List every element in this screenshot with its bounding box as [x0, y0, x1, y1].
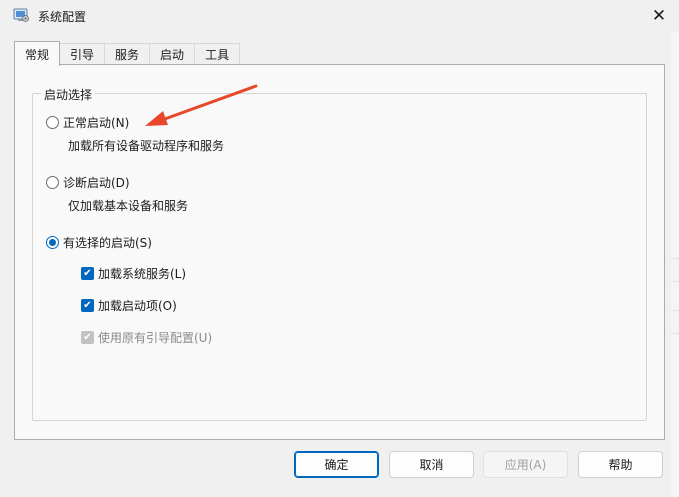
background-window-edge	[671, 32, 679, 497]
diagnostic-startup-description: 仅加载基本设备和服务	[68, 199, 189, 213]
radio-selected-icon	[46, 236, 59, 249]
tab-general[interactable]: 常规	[14, 41, 61, 66]
background-fragment	[671, 258, 679, 282]
tab-services[interactable]: 服务	[104, 43, 151, 65]
tab-boot[interactable]: 引导	[59, 43, 106, 65]
selective-startup-label: 有选择的启动(S)	[63, 236, 152, 250]
system-config-window: 系统配置 ✕ 常规 引导 服务 启动 工具 启动选择 正常启动(N) 加载所有设…	[0, 0, 679, 497]
checkmark-icon: ✔	[81, 267, 94, 280]
cancel-button[interactable]: 取消	[389, 451, 474, 478]
apply-button: 应用(A)	[483, 451, 568, 478]
normal-startup-description: 加载所有设备驱动程序和服务	[68, 139, 225, 153]
tab-startup[interactable]: 启动	[149, 43, 196, 65]
general-tab-page: 启动选择 正常启动(N) 加载所有设备驱动程序和服务 诊断启动(D) 仅加载基本…	[14, 64, 665, 440]
group-title: 启动选择	[41, 86, 96, 103]
selective-startup-radio[interactable]: 有选择的启动(S)	[46, 234, 152, 251]
startup-selection-group: 启动选择 正常启动(N) 加载所有设备驱动程序和服务 诊断启动(D) 仅加载基本…	[32, 86, 647, 421]
help-button[interactable]: 帮助	[578, 451, 663, 478]
use-original-boot-config-checkbox: ✔ 使用原有引导配置(U)	[81, 329, 212, 346]
diagnostic-startup-label: 诊断启动(D)	[63, 176, 130, 190]
close-button[interactable]: ✕	[639, 0, 679, 32]
normal-startup-radio[interactable]: 正常启动(N)	[46, 114, 129, 131]
tab-strip: 常规 引导 服务 启动 工具	[14, 41, 241, 66]
tab-tools[interactable]: 工具	[194, 43, 241, 65]
radio-unselected-icon	[46, 116, 59, 129]
checkmark-icon: ✔	[81, 331, 94, 344]
close-icon: ✕	[651, 5, 667, 26]
title-bar: 系统配置 ✕	[0, 0, 679, 32]
diagnostic-startup-radio[interactable]: 诊断启动(D)	[46, 174, 130, 191]
load-startup-items-checkbox[interactable]: ✔ 加载启动项(O)	[81, 297, 177, 314]
load-system-services-label: 加载系统服务(L)	[98, 267, 187, 281]
system-config-app-icon	[13, 8, 29, 22]
load-system-services-checkbox[interactable]: ✔ 加载系统服务(L)	[81, 265, 186, 282]
ok-button[interactable]: 确定	[294, 451, 379, 478]
radio-unselected-icon	[46, 176, 59, 189]
load-startup-items-label: 加载启动项(O)	[98, 299, 177, 313]
checkmark-icon: ✔	[81, 299, 94, 312]
normal-startup-label: 正常启动(N)	[63, 116, 130, 130]
background-fragment	[671, 310, 679, 334]
use-original-boot-config-label: 使用原有引导配置(U)	[98, 331, 213, 345]
window-title: 系统配置	[38, 10, 87, 24]
